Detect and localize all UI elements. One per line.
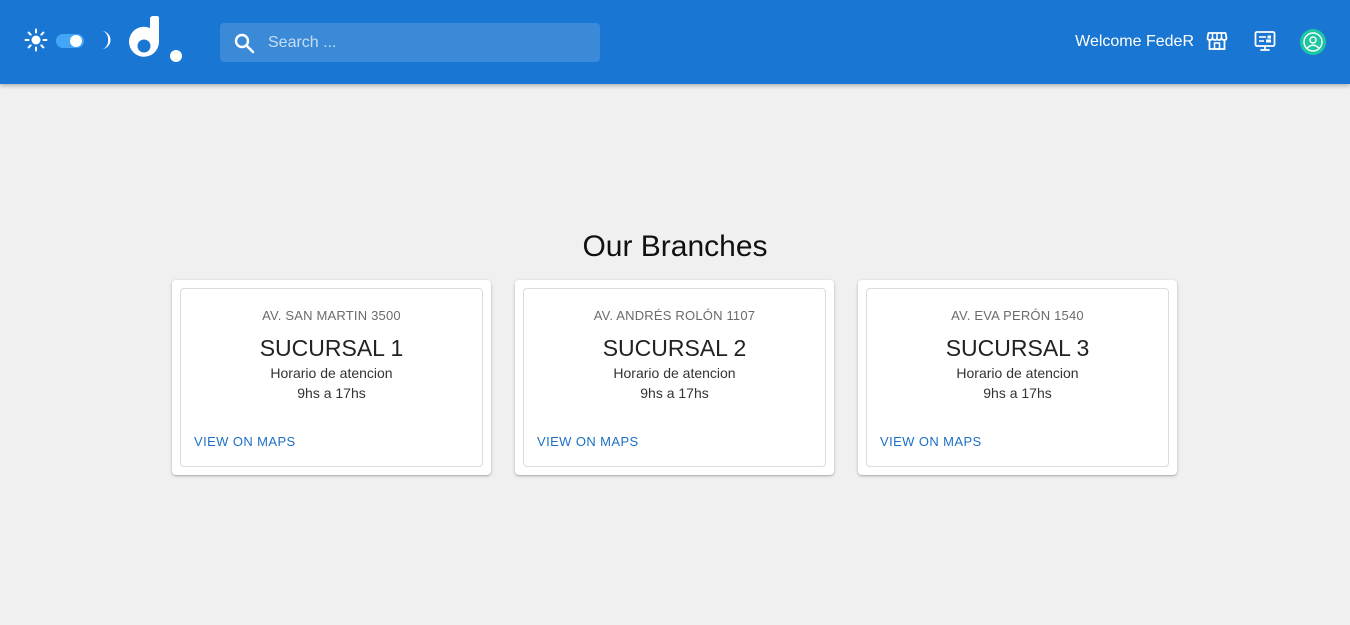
account-icon [1303,32,1323,52]
branch-hours: 9hs a 17hs [297,385,366,401]
account-avatar[interactable] [1300,29,1326,55]
branch-card: AV. SAN MARTIN 3500 SUCURSAL 1 Horario d… [172,280,491,475]
view-on-maps-link[interactable]: VIEW ON MAPS [537,434,639,450]
branch-name: SUCURSAL 1 [259,335,404,361]
branch-card-content: AV. ANDRÉS ROLÓN 1107 SUCURSAL 2 Horario… [523,288,826,467]
branch-name: SUCURSAL 3 [945,335,1090,361]
brand-logo[interactable] [128,16,184,66]
light-mode-icon[interactable] [24,28,48,52]
branch-hours-label: Horario de atencion [270,365,393,381]
view-on-maps-link[interactable]: VIEW ON MAPS [880,434,982,450]
branch-hours: 9hs a 17hs [640,385,709,401]
panel-icon[interactable] [1253,29,1277,53]
search-icon [234,33,255,54]
page-title: Our Branches [582,230,768,263]
app-header: Welcome FedeR [0,0,1350,84]
store-icon[interactable] [1205,29,1229,53]
view-on-maps-link[interactable]: VIEW ON MAPS [194,434,296,450]
branch-hours-label: Horario de atencion [956,365,1079,381]
theme-toggle[interactable] [56,34,84,48]
branch-address: AV. ANDRÉS ROLÓN 1107 [593,308,756,323]
branch-card: AV. ANDRÉS ROLÓN 1107 SUCURSAL 2 Horario… [515,280,834,475]
branch-card-content: AV. SAN MARTIN 3500 SUCURSAL 1 Horario d… [180,288,483,467]
branch-address: AV. EVA PERÓN 1540 [951,308,1084,323]
welcome-text: Welcome FedeR [1075,33,1194,50]
dark-mode-icon[interactable] [94,29,116,51]
branch-card-content: AV. EVA PERÓN 1540 SUCURSAL 3 Horario de… [866,288,1169,467]
branch-address: AV. SAN MARTIN 3500 [262,308,401,323]
branch-card: AV. EVA PERÓN 1540 SUCURSAL 3 Horario de… [858,280,1177,475]
search-bar[interactable] [220,23,600,62]
search-input[interactable] [268,23,588,62]
branch-hours: 9hs a 17hs [983,385,1052,401]
branch-hours-label: Horario de atencion [613,365,736,381]
branch-name: SUCURSAL 2 [602,335,747,361]
theme-toggle-knob [70,35,82,47]
